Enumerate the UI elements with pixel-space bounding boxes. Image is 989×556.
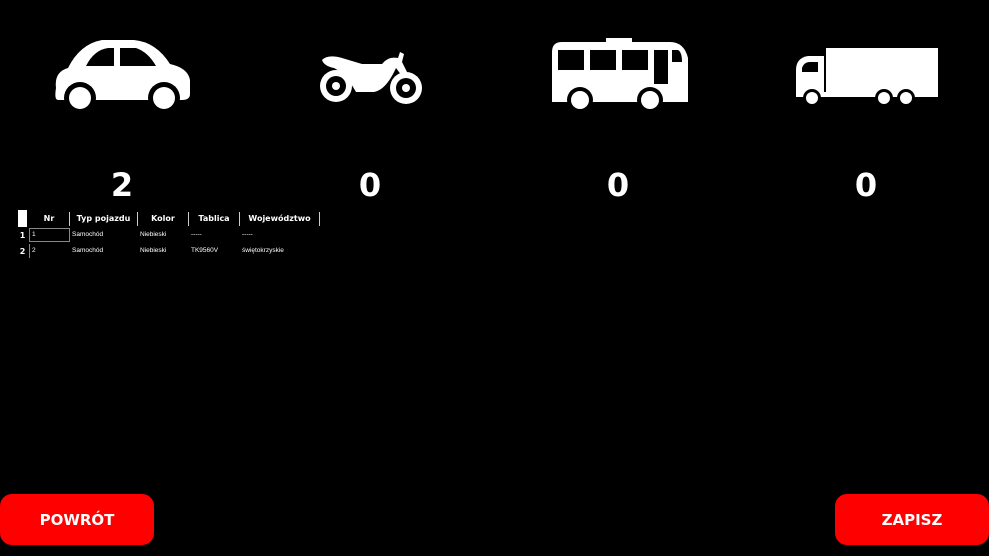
table-row[interactable]: 2 2 Samochód Niebieski TK9560V świętokrz…	[16, 243, 321, 259]
column-header-kolor[interactable]: Kolor	[138, 211, 189, 226]
column-header-wojewodztwo[interactable]: Województwo	[240, 211, 320, 226]
table-cell-kolor[interactable]: Niebieski	[138, 228, 189, 242]
motorcycle-icon	[320, 52, 422, 104]
car-icon	[55, 40, 191, 114]
table-header: Nr Typ pojazdu Kolor Tablica Województwo	[16, 210, 321, 227]
truck-count: 0	[854, 166, 878, 204]
back-button[interactable]: POWRÓT	[0, 494, 154, 545]
select-all-corner[interactable]	[18, 210, 27, 227]
table-cell-nr[interactable]: 2	[29, 244, 70, 258]
table-cell-wojewodztwo[interactable]: -----	[240, 228, 320, 242]
column-header-typ[interactable]: Typ pojazdu	[70, 211, 138, 226]
column-header-nr[interactable]: Nr	[29, 211, 70, 226]
table-cell-nr[interactable]: 1	[29, 228, 70, 242]
row-header[interactable]: 2	[16, 247, 29, 256]
table-cell-tablica[interactable]: TK9560V	[189, 244, 240, 258]
table-cell-wojewodztwo[interactable]: świętokrzyskie	[240, 244, 320, 258]
bus-icon	[552, 38, 688, 113]
truck-icon	[796, 48, 938, 107]
table-row[interactable]: 1 1 Samochód Niebieski ----- -----	[16, 227, 321, 243]
row-header[interactable]: 1	[16, 231, 29, 240]
motorcycle-count: 0	[358, 166, 382, 204]
bus-count: 0	[606, 166, 630, 204]
table-cell-kolor[interactable]: Niebieski	[138, 244, 189, 258]
column-header-tablica[interactable]: Tablica	[189, 211, 240, 226]
table-cell-tablica[interactable]: -----	[189, 228, 240, 242]
vehicle-table: Nr Typ pojazdu Kolor Tablica Województwo…	[16, 210, 321, 259]
car-count: 2	[110, 166, 134, 204]
save-button[interactable]: ZAPISZ	[835, 494, 989, 545]
table-cell-typ[interactable]: Samochód	[70, 244, 138, 258]
table-cell-typ[interactable]: Samochód	[70, 228, 138, 242]
